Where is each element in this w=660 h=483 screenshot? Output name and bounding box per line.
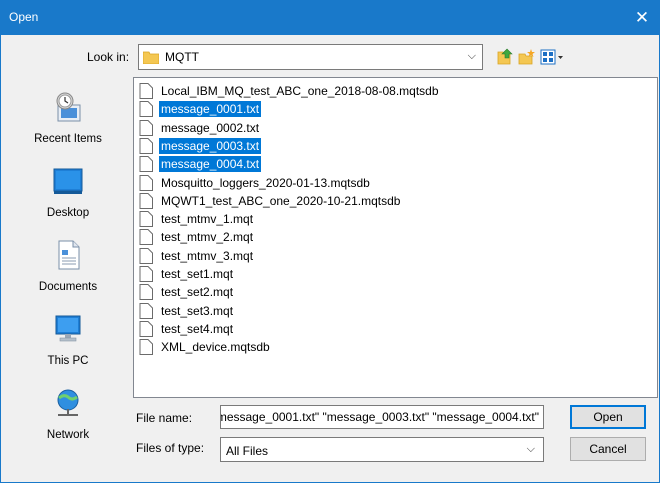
title-bar[interactable]: Open ✕ — [1, 1, 659, 35]
chevron-down-icon[interactable]: ⌵ — [527, 443, 535, 456]
file-name: test_mtmv_1.mqt — [161, 212, 254, 227]
file-list-item[interactable]: test_mtmv_1.mqt — [139, 210, 255, 228]
file-list-item[interactable]: message_0002.txt — [139, 119, 261, 137]
file-list[interactable]: Local_IBM_MQ_test_ABC_one_2018-08-08.mqt… — [133, 77, 658, 398]
file-icon — [139, 119, 153, 136]
place-label: Network — [46, 429, 90, 441]
file-name: message_0004.txt — [159, 156, 262, 173]
desktop-icon — [53, 168, 83, 194]
cancel-button[interactable]: Cancel — [570, 437, 646, 461]
view-menu-icon[interactable] — [539, 47, 565, 67]
place-label: This PC — [47, 355, 89, 367]
file-name: test_set3.mqt — [161, 303, 234, 318]
file-list-item[interactable]: message_0004.txt — [139, 155, 262, 173]
file-name: message_0001.txt — [159, 101, 262, 118]
file-list-item[interactable]: message_0003.txt — [139, 137, 262, 155]
file-list-item[interactable]: test_set4.mqt — [139, 320, 235, 338]
recent-items-icon — [56, 92, 81, 122]
file-icon — [139, 83, 153, 99]
place-this-pc[interactable]: This PC — [12, 307, 124, 381]
place-documents[interactable]: Documents — [12, 233, 124, 307]
file-list-item[interactable]: test_set2.mqt — [139, 283, 235, 301]
file-icon — [139, 320, 153, 337]
file-icon — [139, 302, 153, 319]
look-in-label: Look in: — [87, 50, 130, 64]
look-in-value: MQTT — [165, 50, 199, 64]
file-name: test_mtmv_3.mqt — [161, 248, 254, 263]
up-folder-icon[interactable] — [495, 47, 515, 67]
network-icon — [57, 389, 79, 416]
file-icon — [139, 339, 153, 356]
files-of-type-combo[interactable]: All Files ⌵ — [220, 437, 544, 462]
file-name: test_mtmv_2.mqt — [161, 230, 254, 245]
close-icon[interactable]: ✕ — [625, 1, 659, 35]
file-name-label: File name: — [136, 411, 193, 425]
chevron-down-icon[interactable]: ⌵ — [468, 50, 476, 63]
file-list-item[interactable]: test_mtmv_3.mqt — [139, 247, 255, 265]
file-list-item[interactable]: test_set1.mqt — [139, 265, 235, 283]
file-list-item[interactable]: XML_device.mqtsdb — [139, 338, 272, 356]
file-icon — [139, 192, 153, 209]
file-icon — [139, 284, 153, 301]
this-pc-icon — [55, 315, 81, 342]
file-name: test_set2.mqt — [161, 285, 234, 300]
file-name: message_0003.txt — [159, 137, 262, 154]
place-label: Documents — [38, 281, 98, 293]
file-icon — [139, 211, 153, 228]
new-folder-icon[interactable] — [517, 47, 537, 67]
file-icon — [139, 229, 153, 246]
open-dialog: Open ✕ Look in: MQTT ⌵ Recent Items Desk… — [0, 0, 660, 483]
open-button[interactable]: Open — [570, 405, 646, 429]
file-name-input[interactable]: "message_0001.txt" "message_0003.txt" "m… — [220, 405, 544, 429]
file-list-item[interactable]: MQWT1_test_ABC_one_2020-10-21.mqtsdb — [139, 192, 402, 210]
file-icon — [139, 174, 153, 191]
place-label: Recent Items — [34, 133, 102, 145]
folder-icon — [143, 51, 159, 64]
documents-icon — [58, 240, 80, 270]
place-recent-items[interactable]: Recent Items — [12, 85, 124, 159]
places-bar: Recent Items Desktop Documents This PC N… — [12, 77, 124, 461]
files-of-type-value: All Files — [226, 444, 269, 458]
file-name: MQWT1_test_ABC_one_2020-10-21.mqtsdb — [161, 193, 401, 208]
file-name: test_set1.mqt — [161, 267, 234, 281]
place-desktop[interactable]: Desktop — [12, 159, 124, 233]
files-of-type-label: Files of type: — [136, 441, 205, 455]
file-list-item[interactable]: message_0001.txt — [139, 100, 262, 118]
file-name: test_set4.mqt — [161, 321, 234, 336]
file-icon — [139, 247, 153, 264]
file-list-item[interactable]: Local_IBM_MQ_test_ABC_one_2018-08-08.mqt… — [139, 82, 441, 100]
dialog-title: Open — [9, 10, 39, 24]
file-name-value: "message_0001.txt" "message_0003.txt" "m… — [220, 410, 539, 424]
file-name: Local_IBM_MQ_test_ABC_one_2018-08-08.mqt… — [161, 84, 439, 98]
file-list-item[interactable]: Mosquitto_loggers_2020-01-13.mqtsdb — [139, 174, 372, 192]
file-name: Mosquitto_loggers_2020-01-13.mqtsdb — [161, 175, 370, 190]
file-icon — [139, 101, 153, 118]
file-name: message_0002.txt — [161, 120, 260, 135]
place-label: Desktop — [46, 207, 90, 219]
file-name: XML_device.mqtsdb — [161, 340, 270, 355]
file-icon — [139, 137, 153, 154]
look-in-combo[interactable]: MQTT ⌵ — [138, 44, 483, 70]
place-network[interactable]: Network — [12, 381, 124, 455]
file-list-item[interactable]: test_mtmv_2.mqt — [139, 228, 255, 246]
file-list-item[interactable]: test_set3.mqt — [139, 302, 235, 320]
file-icon — [139, 156, 153, 173]
file-icon — [139, 266, 153, 282]
